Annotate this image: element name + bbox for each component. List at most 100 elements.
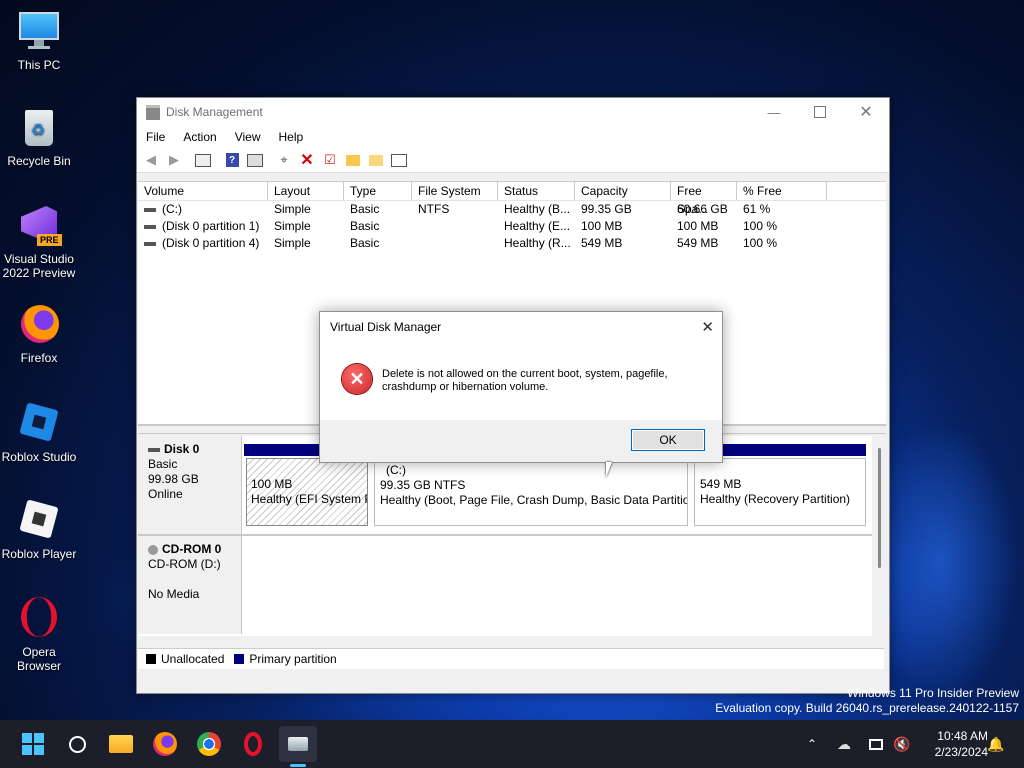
- desktop-icon-label: Recycle Bin: [7, 154, 71, 168]
- desktop-icon-roblox-player[interactable]: Roblox Player: [0, 499, 78, 561]
- network-icon[interactable]: [864, 728, 888, 760]
- firefox-icon[interactable]: [149, 728, 181, 760]
- chevron-up-icon[interactable]: ⌃: [800, 728, 824, 760]
- column-header-capacity[interactable]: Capacity: [575, 182, 671, 200]
- desktop-icon-label: This PC: [17, 58, 61, 72]
- menu-help[interactable]: Help: [270, 130, 313, 144]
- vertical-scrollbar[interactable]: [873, 436, 887, 636]
- column-header-free-space[interactable]: Free Spa...: [671, 182, 737, 216]
- volume-icon: [144, 207, 156, 212]
- desktop-icon-label: Firefox: [20, 351, 58, 365]
- disk-0-label[interactable]: Disk 0 Basic 99.98 GB Online: [138, 436, 242, 534]
- clock[interactable]: 10:48 AM 2/23/2024: [918, 728, 988, 760]
- watermark: Windows 11 Pro Insider Preview Evaluatio…: [715, 686, 1019, 716]
- cell-type: Basic: [350, 219, 380, 233]
- dialog-title-bar[interactable]: Virtual Disk Manager ✕: [320, 312, 722, 342]
- legend: Unallocated Primary partition: [138, 648, 884, 669]
- search-icon[interactable]: [61, 728, 93, 760]
- back-icon[interactable]: ◀: [141, 151, 161, 169]
- dialog-message-line2: crashdump or hibernation volume.: [382, 381, 549, 393]
- partition-c[interactable]: (C:) 99.35 GB NTFS Healthy (Boot, Page F…: [374, 458, 688, 526]
- partition-efi[interactable]: 100 MB Healthy (EFI System P: [246, 458, 368, 526]
- properties-pane-icon[interactable]: [193, 151, 213, 169]
- disk-size: 99.98 GB: [148, 472, 199, 486]
- maximize-button[interactable]: [797, 98, 843, 126]
- table-row[interactable]: (Disk 0 partition 1) Simple Basic Health…: [138, 218, 886, 235]
- onedrive-icon[interactable]: ☁: [832, 728, 856, 760]
- file-explorer-icon[interactable]: [105, 728, 137, 760]
- start-icon[interactable]: [17, 728, 49, 760]
- cell-layout: Simple: [274, 219, 311, 233]
- title-bar[interactable]: Disk Management — ✕: [137, 98, 889, 126]
- notification-bell-icon[interactable]: 🔔: [984, 728, 1008, 760]
- column-header-file-system[interactable]: File System: [412, 182, 498, 200]
- partition-recovery[interactable]: 549 MB Healthy (Recovery Partition): [694, 458, 866, 526]
- cell-pct: 61 %: [743, 202, 771, 216]
- ok-button[interactable]: OK: [631, 429, 705, 451]
- menu-action[interactable]: Action: [174, 130, 225, 144]
- opera-icon[interactable]: [237, 728, 269, 760]
- desktop-icon-visual-studio[interactable]: PRE Visual Studio 2022 Preview: [0, 204, 78, 280]
- table-row[interactable]: (Disk 0 partition 4) Simple Basic Health…: [138, 235, 886, 252]
- partition-size: 549 MB: [700, 477, 742, 491]
- dialog-close-button[interactable]: ✕: [701, 318, 714, 336]
- cell-type: Basic: [350, 236, 380, 250]
- cell-layout: Simple: [274, 236, 311, 250]
- menu-file[interactable]: File: [137, 130, 174, 144]
- taskbar: ⌃ ☁ 🔇 10:48 AM 2/23/2024 🔔: [0, 720, 1024, 768]
- cell-fs: [412, 235, 498, 252]
- roblox-studio-icon: [17, 402, 61, 446]
- checkmark-icon[interactable]: ☑: [320, 151, 340, 169]
- desktop-icon-firefox[interactable]: Firefox: [0, 303, 78, 365]
- column-header-status[interactable]: Status: [498, 182, 575, 200]
- toolbar: ◀ ▶ ? ⌖ ✕ ☑: [137, 148, 889, 173]
- watermark-line2: Evaluation copy. Build 26040.rs_prerelea…: [715, 701, 1019, 715]
- cell-type: Basic: [350, 202, 380, 216]
- error-dialog: Virtual Disk Manager ✕ ✕ Delete is not a…: [319, 311, 723, 463]
- column-header-volume[interactable]: Volume: [138, 182, 268, 200]
- desktop-icon-label: Roblox Player: [1, 547, 77, 561]
- cell-volume: (Disk 0 partition 4): [162, 236, 260, 250]
- connect-disk-icon[interactable]: ⌖: [274, 151, 294, 169]
- close-button[interactable]: ✕: [843, 98, 889, 126]
- folder-up-icon[interactable]: [343, 151, 363, 169]
- partition-size: 100 MB: [251, 477, 293, 491]
- cell-free: 60.66 GB: [677, 202, 728, 216]
- active-app-indicator: [290, 764, 306, 767]
- menu-view[interactable]: View: [226, 130, 270, 144]
- minimize-button[interactable]: —: [751, 98, 797, 126]
- table-row[interactable]: (C:) Simple Basic NTFS Healthy (B... 99.…: [138, 201, 886, 218]
- opera-icon: [17, 597, 61, 641]
- cell-free: 100 MB: [677, 219, 719, 233]
- help-icon[interactable]: ?: [222, 151, 242, 169]
- disk-icon: [148, 447, 160, 452]
- desktop-icon-recycle-bin[interactable]: ♻ Recycle Bin: [0, 106, 78, 168]
- legend-label: Primary partition: [249, 652, 337, 666]
- column-header-layout[interactable]: Layout: [268, 182, 344, 200]
- firefox-icon: [17, 303, 61, 347]
- partition-title: (C:): [386, 463, 406, 477]
- dialog-title: Virtual Disk Manager: [330, 320, 442, 334]
- column-header-percent-free[interactable]: % Free: [737, 182, 827, 200]
- volume-icon: [144, 241, 156, 246]
- window-title: Disk Management: [166, 105, 263, 119]
- chrome-icon[interactable]: [193, 728, 225, 760]
- delete-icon[interactable]: ✕: [297, 151, 317, 169]
- cell-free: 549 MB: [677, 236, 719, 250]
- volume-list-header: Volume Layout Type File System Status Ca…: [138, 182, 886, 216]
- error-icon: ✕: [342, 364, 372, 394]
- volume-muted-icon[interactable]: 🔇: [890, 728, 914, 760]
- desktop-icon-roblox-studio[interactable]: Roblox Studio: [0, 402, 78, 464]
- desktop-icon-opera[interactable]: Opera Browser: [0, 597, 78, 673]
- column-header-type[interactable]: Type: [344, 182, 412, 200]
- cdrom-0-label[interactable]: CD-ROM 0 CD-ROM (D:) No Media: [138, 536, 242, 634]
- disk-management-icon[interactable]: [279, 726, 317, 762]
- search-folder-icon[interactable]: [366, 151, 386, 169]
- roblox-player-icon: [17, 499, 61, 543]
- desktop-icon-label: Visual Studio 2022 Preview: [2, 252, 76, 280]
- console-icon[interactable]: [245, 151, 265, 169]
- disk-state: Online: [148, 487, 183, 501]
- desktop-icon-this-pc[interactable]: This PC: [0, 10, 78, 72]
- forward-icon[interactable]: ▶: [164, 151, 184, 169]
- list-view-icon[interactable]: [389, 151, 409, 169]
